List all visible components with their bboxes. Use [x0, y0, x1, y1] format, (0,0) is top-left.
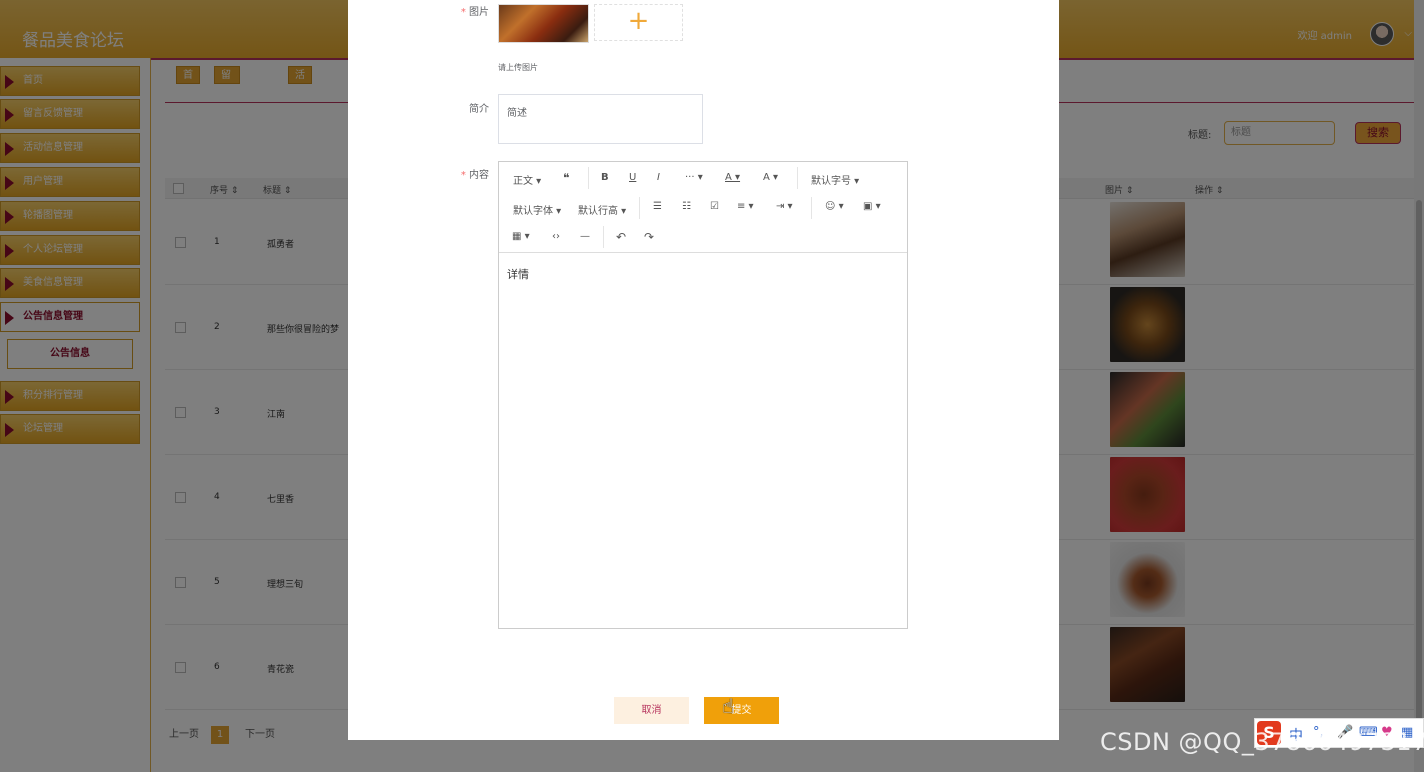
- editor-content-area[interactable]: 详情: [507, 266, 529, 282]
- todo-icon[interactable]: ☑: [710, 201, 719, 212]
- add-image-button[interactable]: +: [594, 4, 683, 41]
- toolbar-separator: [639, 197, 640, 219]
- toolbar-separator: [811, 197, 812, 219]
- toolbar-separator: [797, 167, 798, 189]
- upload-hint: 请上传图片: [498, 63, 538, 72]
- toolbar-separator: [603, 226, 604, 248]
- image-icon[interactable]: ▣ ▾: [863, 201, 881, 212]
- underline-icon[interactable]: U: [629, 172, 636, 183]
- paragraph-style-dropdown[interactable]: 正文 ▾: [513, 172, 541, 187]
- cancel-button[interactable]: 取消: [614, 697, 689, 724]
- line-height-dropdown[interactable]: 默认行高 ▾: [578, 202, 626, 217]
- divider-icon[interactable]: —: [580, 231, 590, 242]
- bullet-list-icon[interactable]: ☰: [653, 201, 662, 212]
- editor-toolbar: 正文 ▾ ❝ B U I ··· ▾ A ▾ A ▾ 默认字号 ▾ 默认字体 ▾…: [499, 162, 907, 253]
- image-field-label: * 图片: [429, 3, 489, 18]
- plus-icon: +: [627, 6, 650, 36]
- bold-icon[interactable]: B: [601, 172, 609, 183]
- code-icon[interactable]: ‹›: [552, 231, 560, 242]
- align-icon[interactable]: ≡ ▾: [737, 201, 754, 212]
- label-text: 内容: [469, 170, 489, 181]
- edit-dialog: * 图片 + 请上传图片 简介 简述 * 内容 正文 ▾ ❝ B U I ···…: [348, 0, 1059, 740]
- font-family-dropdown[interactable]: 默认字体 ▾: [513, 202, 561, 217]
- label-text: 图片: [469, 7, 489, 18]
- font-color-icon[interactable]: A ▾: [725, 172, 740, 183]
- submit-button[interactable]: 提交: [704, 697, 779, 724]
- table-icon[interactable]: ▦ ▾: [512, 231, 530, 242]
- intro-field-label: 简介: [469, 104, 489, 115]
- emoji-icon[interactable]: ☺ ▾: [825, 201, 844, 212]
- csdn-watermark: CSDN @QQ_37866497317: [1100, 728, 1424, 756]
- intro-textarea[interactable]: 简述: [498, 94, 703, 144]
- font-size-dropdown[interactable]: 默认字号 ▾: [811, 172, 859, 187]
- required-mark: *: [460, 170, 466, 181]
- numbered-list-icon[interactable]: ☷: [682, 201, 691, 212]
- toolbar-separator: [588, 167, 589, 189]
- rich-text-editor: 正文 ▾ ❝ B U I ··· ▾ A ▾ A ▾ 默认字号 ▾ 默认字体 ▾…: [498, 161, 908, 629]
- content-field-label: * 内容: [429, 166, 489, 181]
- background-color-icon[interactable]: A ▾: [763, 172, 778, 183]
- hand-pointer-icon: ☝: [722, 694, 735, 718]
- required-mark: *: [460, 7, 466, 18]
- quote-icon[interactable]: ❝: [563, 171, 569, 185]
- more-format-dropdown[interactable]: ··· ▾: [685, 172, 703, 183]
- uploaded-image-thumbnail[interactable]: [498, 4, 589, 43]
- undo-icon[interactable]: ↶: [616, 230, 626, 244]
- redo-icon[interactable]: ↷: [644, 230, 654, 244]
- indent-icon[interactable]: ⇥ ▾: [776, 201, 793, 212]
- italic-icon[interactable]: I: [657, 172, 660, 183]
